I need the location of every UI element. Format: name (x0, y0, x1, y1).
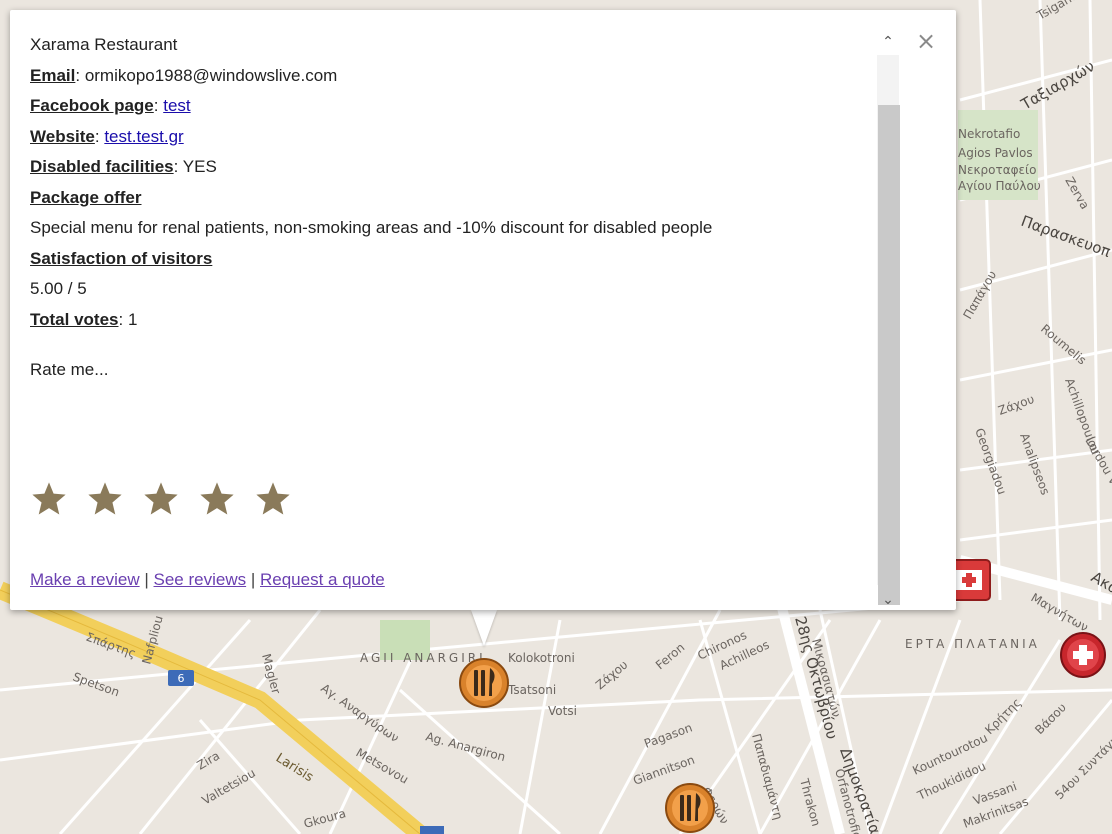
star-icon[interactable] (142, 480, 180, 518)
star-icon[interactable] (86, 480, 124, 518)
satisfaction-label: Satisfaction of visitors (30, 248, 213, 268)
satisfaction-value: 5.00 / 5 (30, 279, 87, 298)
link-separator: | (144, 570, 149, 589)
make-review-link[interactable]: Make a review (30, 570, 140, 589)
package-heading: Package offer (30, 183, 860, 214)
email-row: Email: ormikopo1988@windowslive.com (30, 65, 338, 85)
facebook-label: Facebook page (30, 96, 154, 115)
label-votsi: Votsi (548, 704, 577, 718)
star-rating[interactable] (30, 480, 292, 518)
label-erta-platania: ΕΡΤΑ ΠΛΑΤΑΝΙΑ (905, 637, 1040, 651)
email-value: ormikopo1988@windowslive.com (84, 65, 338, 85)
pharmacy-marker[interactable] (1060, 632, 1106, 678)
label-kolokotroni: Kolokotroni (508, 651, 575, 665)
package-text: Special menu for renal patients, non-smo… (30, 218, 713, 237)
link-separator: | (250, 570, 256, 589)
website-row: Website: test.test.gr (30, 126, 184, 146)
info-window: Xarama Restaurant Email: ormikopo1988@wi… (10, 10, 956, 610)
disabled-row: Disabled facilities: YES (30, 157, 217, 176)
facebook-row: Facebook page: test (30, 96, 191, 115)
fork-knife-icon (474, 668, 495, 696)
close-icon[interactable]: × (915, 29, 937, 53)
scroll-down-icon[interactable]: ⌄ (876, 592, 900, 610)
facebook-link[interactable]: test (163, 96, 190, 115)
label-nekrotafio: Nekrotafio (958, 127, 1020, 141)
satisfaction-heading: Satisfaction of visitors (30, 244, 860, 275)
hospital-icon (956, 570, 982, 590)
label-tsatsoni: Tsatsoni (507, 683, 556, 697)
label-nekrotafeio-gr: Νεκροταφείο (958, 163, 1036, 177)
email-label: Email (30, 65, 76, 85)
scroll-track[interactable] (877, 55, 900, 605)
request-quote-link[interactable]: Request a quote (260, 570, 385, 589)
votes-label: Total votes (30, 309, 119, 329)
info-window-content: Xarama Restaurant Email: ormikopo1988@wi… (30, 30, 860, 386)
star-icon[interactable] (30, 480, 68, 518)
action-links: Make a review | See reviews | Request a … (30, 570, 385, 590)
road-shield-6-label: 6 (178, 672, 185, 685)
votes-row: Total votes: 1 (30, 309, 138, 329)
votes-value: 1 (127, 309, 138, 329)
see-reviews-link[interactable]: See reviews (154, 570, 247, 589)
scroll-thumb[interactable] (878, 105, 900, 605)
website-label: Website (30, 126, 95, 146)
restaurant-marker[interactable] (459, 658, 509, 708)
star-icon[interactable] (254, 480, 292, 518)
restaurant-marker-2[interactable] (665, 783, 715, 833)
popup-scrollbar[interactable]: ⌃ ⌄ (876, 30, 900, 610)
popup-tail (471, 610, 497, 646)
label-agios-pavlos: Agios Pavlos (958, 146, 1033, 160)
fork-knife-icon (680, 793, 701, 821)
package-label: Package offer (30, 187, 142, 207)
label-agiou-pavlou: Αγίου Παύλου (958, 179, 1041, 193)
restaurant-title: Xarama Restaurant (30, 35, 178, 54)
disabled-label: Disabled facilities (30, 157, 174, 176)
disabled-value: YES (182, 157, 217, 176)
road-shield-bottom (420, 826, 444, 834)
label-agii-anargiri: AGII ANARGIRI (360, 651, 486, 665)
rate-label: Rate me... (30, 360, 109, 379)
star-icon[interactable] (198, 480, 236, 518)
scroll-up-icon[interactable]: ⌃ (876, 34, 900, 52)
website-link[interactable]: test.test.gr (104, 127, 183, 146)
